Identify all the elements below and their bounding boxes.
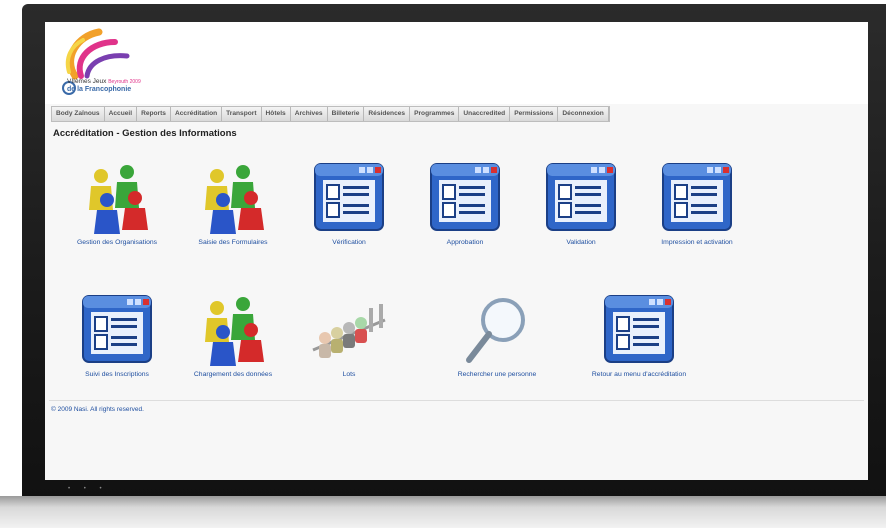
- tile-label[interactable]: Saisie des Formulaires: [173, 239, 293, 246]
- form-window-icon[interactable]: [309, 158, 389, 236]
- nav-item-r-sidences[interactable]: Résidences: [364, 107, 411, 121]
- tile-label[interactable]: Retour au menu d'accréditation: [579, 371, 699, 378]
- header: VIIèmes Jeux Beyrouth 2009 de la Francop…: [45, 22, 868, 104]
- nav-item-unaccredited[interactable]: Unaccredited: [459, 107, 511, 121]
- tile-v-rification[interactable]: Vérification: [289, 158, 409, 246]
- nav-item-reports[interactable]: Reports: [137, 107, 171, 121]
- nav-item-programmes[interactable]: Programmes: [410, 107, 460, 121]
- logo-line1: VIIèmes Jeux: [67, 78, 107, 85]
- tile-label[interactable]: Chargement des données: [173, 371, 293, 378]
- form-window-icon[interactable]: [657, 158, 737, 236]
- form-window-icon[interactable]: [77, 290, 157, 368]
- nav-item-accr-ditation[interactable]: Accréditation: [171, 107, 223, 121]
- copyright-text: © 2009 Nasi. All rights reserved.: [51, 406, 144, 413]
- queue-icon[interactable]: [309, 290, 389, 368]
- nav-item-h-tels[interactable]: Hôtels: [262, 107, 291, 121]
- tile-suivi-des-inscriptions[interactable]: Suivi des Inscriptions: [57, 290, 177, 378]
- monitor-stand: [0, 496, 886, 528]
- nav-item-archives[interactable]: Archives: [291, 107, 328, 121]
- tile-label[interactable]: Suivi des Inscriptions: [57, 371, 177, 378]
- logo-text: VIIèmes Jeux Beyrouth 2009 de la Francop…: [67, 78, 141, 93]
- form-window-icon[interactable]: [541, 158, 621, 236]
- tile-saisie-des-formulaires[interactable]: Saisie des Formulaires: [173, 158, 293, 246]
- monitor-indicator-lights: • • •: [68, 486, 108, 492]
- tile-label[interactable]: Validation: [521, 239, 641, 246]
- footer-divider: [49, 400, 864, 401]
- tile-label[interactable]: Impression et activation: [637, 239, 757, 246]
- tile-retour-au-menu-d-accr-ditation[interactable]: Retour au menu d'accréditation: [579, 290, 699, 378]
- tile-validation[interactable]: Validation: [521, 158, 641, 246]
- tile-label[interactable]: Rechercher une personne: [437, 371, 557, 378]
- screen: VIIèmes Jeux Beyrouth 2009 de la Francop…: [45, 22, 868, 480]
- main-nav: Body Zaïnous Accueil Reports Accréditation T…: [51, 106, 610, 122]
- tile-label[interactable]: Vérification: [289, 239, 409, 246]
- magnifier-icon[interactable]: [457, 290, 537, 368]
- tile-chargement-des-donn-es[interactable]: Chargement des données: [173, 290, 293, 378]
- people-icon[interactable]: [193, 290, 273, 368]
- tile-impression-et-activation[interactable]: Impression et activation: [637, 158, 757, 246]
- tile-approbation[interactable]: Approbation: [405, 158, 525, 246]
- nav-item-d-connexion[interactable]: Déconnexion: [558, 107, 609, 121]
- people-icon[interactable]: [193, 158, 273, 236]
- tile-rechercher-une-personne[interactable]: Rechercher une personne: [437, 290, 557, 378]
- form-window-icon[interactable]: [425, 158, 505, 236]
- tile-label[interactable]: Gestion des Organisations: [57, 239, 177, 246]
- tile-label[interactable]: Lots: [289, 371, 409, 378]
- nav-item-permissions[interactable]: Permissions: [510, 107, 559, 121]
- nav-item-body-za-nous[interactable]: Body Zaïnous: [52, 107, 105, 121]
- people-icon[interactable]: [77, 158, 157, 236]
- tile-label[interactable]: Approbation: [405, 239, 525, 246]
- form-window-icon[interactable]: [599, 290, 679, 368]
- nav-item-billeterie[interactable]: Billeterie: [328, 107, 365, 121]
- nav-item-accueil[interactable]: Accueil: [105, 107, 138, 121]
- tile-lots[interactable]: Lots: [289, 290, 409, 378]
- tile-gestion-des-organisations[interactable]: Gestion des Organisations: [57, 158, 177, 246]
- logo-line2: de la Francophonie: [67, 86, 132, 93]
- page-title: Accréditation - Gestion des Informations: [53, 128, 237, 139]
- nav-item-transport[interactable]: Transport: [222, 107, 262, 121]
- logo-accent: Beyrouth 2009: [108, 79, 141, 85]
